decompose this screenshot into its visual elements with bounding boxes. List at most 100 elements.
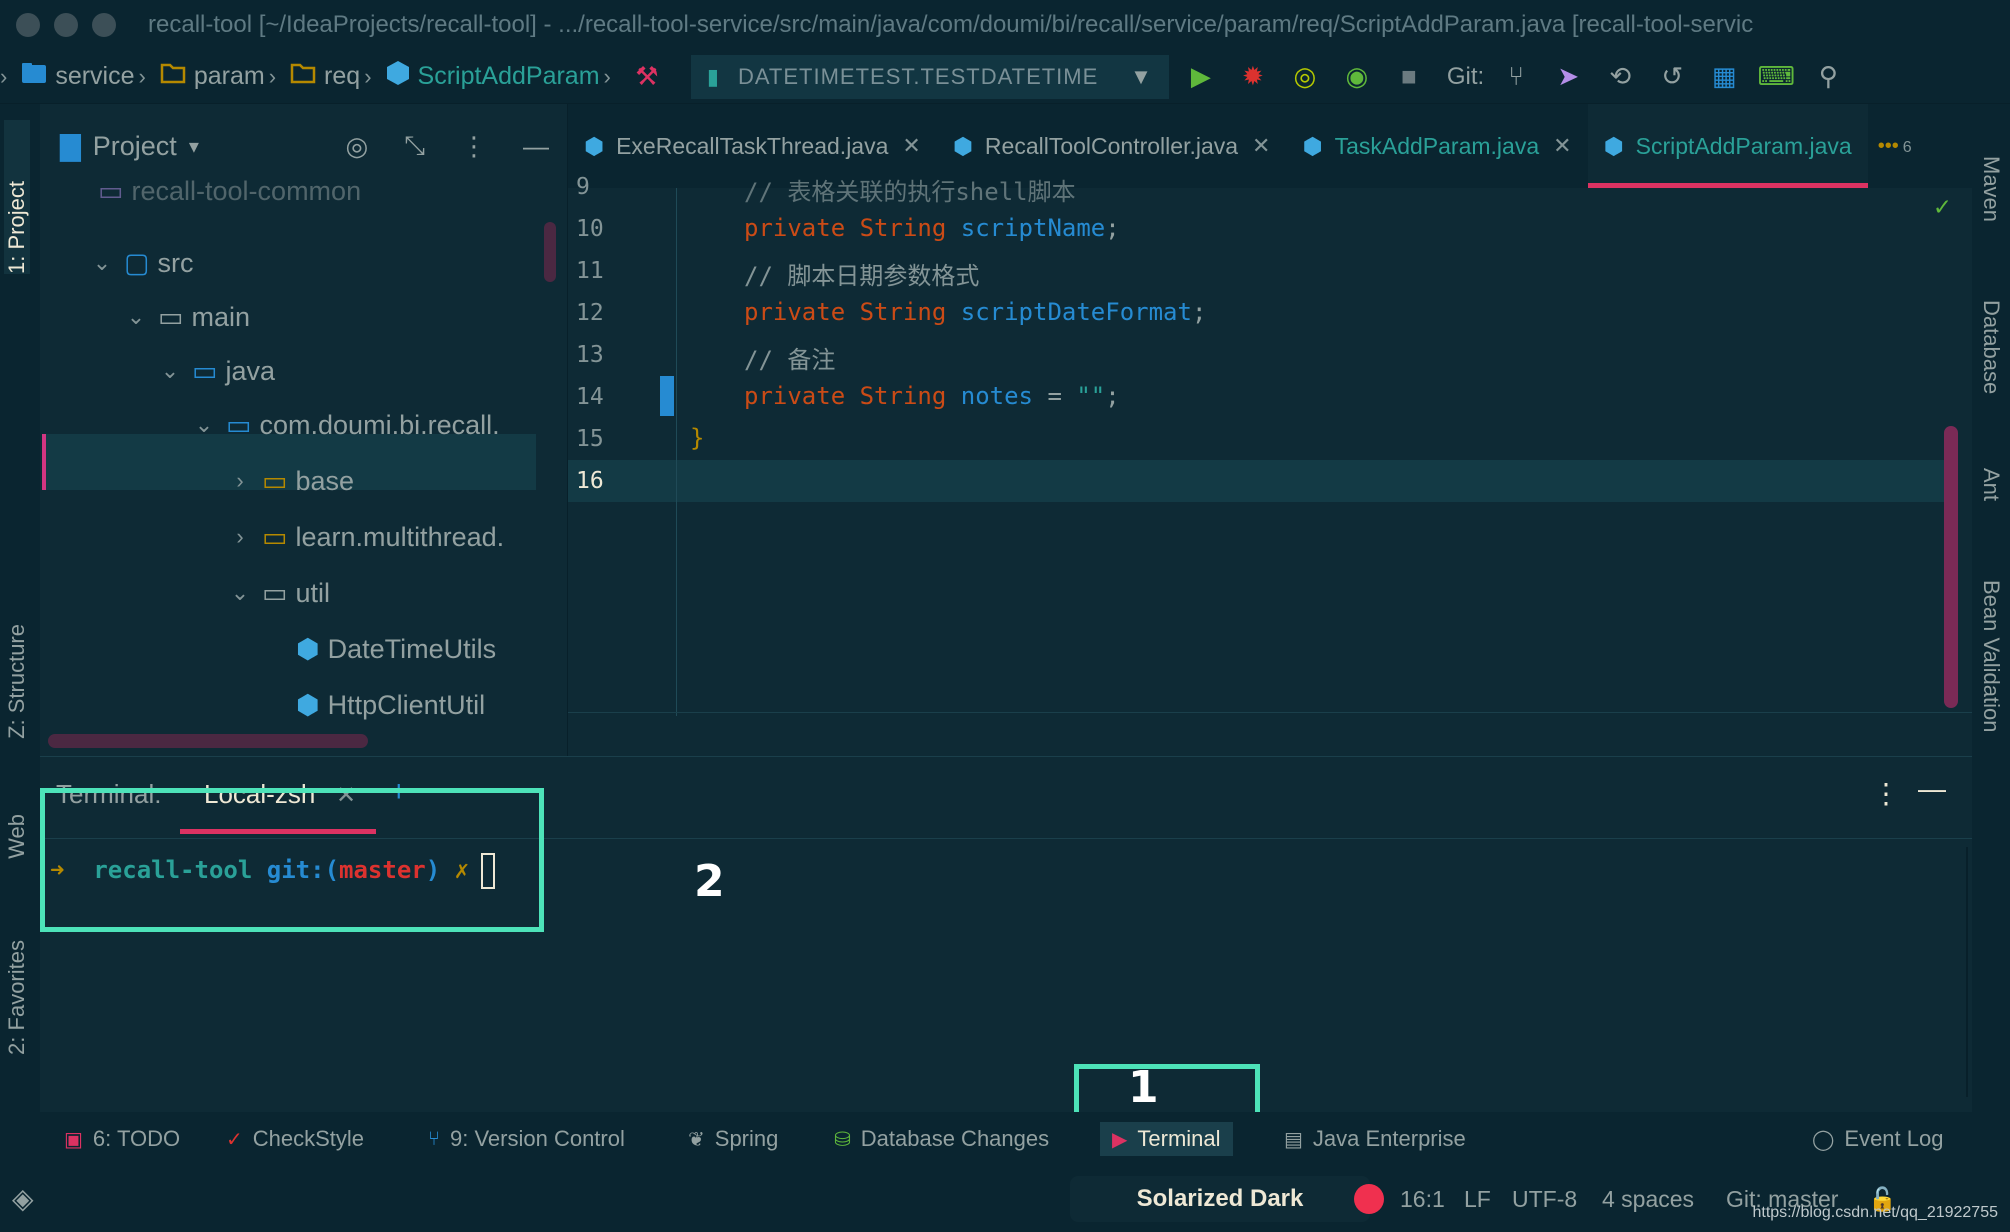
profile-icon[interactable]: ◉	[1337, 57, 1377, 97]
tool-tab-event-log[interactable]: ◯ Event Log	[1812, 1126, 1943, 1152]
tab-structure[interactable]: Z: Structure	[4, 624, 30, 739]
editor-bottom-divider	[568, 712, 1972, 713]
project-view-select[interactable]: Project	[93, 131, 177, 162]
class-icon: ⬢	[296, 689, 320, 720]
git-branch-icon[interactable]: ⑂	[1496, 57, 1536, 97]
watermark: https://blog.csdn.net/qq_21922755	[1752, 1204, 1998, 1221]
rollback-icon[interactable]: ↺	[1652, 57, 1692, 97]
terminal-icon[interactable]: ⌨	[1756, 57, 1796, 97]
history-icon[interactable]: ⟲	[1600, 57, 1640, 97]
minimize-window-button[interactable]	[54, 13, 78, 37]
folder-icon: ▭	[158, 301, 184, 332]
zoom-window-button[interactable]	[92, 13, 116, 37]
chevron-right-icon: ›	[603, 63, 611, 89]
hide-panel-icon[interactable]: —	[1918, 773, 1946, 805]
code-line-14: private String notes = "";	[744, 382, 1120, 410]
terminal-scrollbar[interactable]	[1966, 847, 1968, 1097]
tool-tab-java-enterprise[interactable]: ▤ Java Enterprise	[1284, 1126, 1466, 1152]
tree-item-java[interactable]: ⌄ ▭ java	[156, 344, 275, 398]
tree-item-main[interactable]: ⌄ ▭ main	[122, 290, 250, 344]
tab-database[interactable]: Database	[1978, 300, 2004, 394]
locate-icon[interactable]: ◎	[346, 131, 369, 162]
chevron-down-icon[interactable]: ▾	[189, 134, 199, 159]
theme-indicator[interactable]: Solarized Dark	[1070, 1176, 1370, 1222]
close-window-button[interactable]	[16, 13, 40, 37]
breadcrumb-req[interactable]: req	[280, 62, 360, 91]
tool-tab-version-control[interactable]: ⑂ 9: Version Control	[428, 1126, 625, 1152]
debug-icon[interactable]: ✹	[1233, 57, 1273, 97]
code-line-12: private String scriptDateFormat;	[744, 298, 1207, 326]
gutter-divider	[676, 188, 677, 716]
window-title: recall-tool [~/IdeaProjects/recall-tool]…	[148, 11, 1754, 38]
tab-maven[interactable]: Maven	[1978, 156, 2004, 222]
tab-scriptaddparam[interactable]: ⬢ ScriptAddParam.java	[1587, 104, 1868, 188]
code-line-13: // 备注	[744, 346, 836, 374]
tool-tab-database-changes[interactable]: ⛁ Database Changes	[834, 1126, 1049, 1152]
chevron-down-icon: ▼	[1130, 63, 1153, 89]
chevron-down-icon: ⌄	[92, 250, 112, 275]
layers-icon[interactable]: ◈	[12, 1182, 34, 1215]
tool-tab-terminal[interactable]: ▶ Terminal	[1100, 1122, 1233, 1156]
folder-icon	[160, 62, 186, 91]
title-bar: recall-tool [~/IdeaProjects/recall-tool]…	[0, 0, 2010, 50]
tree-item-src[interactable]: ⌄ ▢ src	[88, 236, 194, 290]
folder-icon	[290, 62, 316, 91]
close-icon[interactable]: ✕	[1252, 133, 1270, 159]
collapse-all-icon[interactable]: ⤡	[404, 130, 425, 162]
tree-item-module[interactable]: ▭ recall-tool-common	[90, 164, 361, 218]
run-configuration-select[interactable]: ▮ DATETIMETEST.TESTDATETIME ▼	[690, 54, 1169, 99]
breadcrumb-param[interactable]: param	[150, 62, 265, 91]
tab-bean-validation[interactable]: Bean Validation	[1978, 580, 2004, 733]
project-structure-icon[interactable]: ▦	[1704, 57, 1744, 97]
git-push-icon[interactable]: ➤	[1548, 57, 1588, 97]
test-icon: ▮	[706, 63, 720, 89]
chevron-right-icon: ›	[0, 63, 8, 89]
tree-item-datetimeutils[interactable]: ⬢ DateTimeUtils	[288, 622, 496, 676]
class-icon: ⬢	[952, 132, 973, 159]
run-icon[interactable]: ▶	[1181, 57, 1221, 97]
java-enterprise-icon: ▤	[1284, 1128, 1303, 1151]
more-options-icon[interactable]: ⋮	[1872, 777, 1900, 810]
close-icon[interactable]: ✕	[1553, 133, 1571, 159]
tool-tab-todo[interactable]: ▣ 6: TODO	[64, 1126, 180, 1152]
project-vertical-scrollbar[interactable]	[544, 222, 556, 282]
tool-tab-checkstyle[interactable]: ✓ CheckStyle	[226, 1126, 364, 1152]
tree-item-httpclientutil[interactable]: ⬢ HttpClientUtil	[288, 678, 485, 732]
project-folder-icon: ▇	[60, 130, 81, 161]
line-separator[interactable]: LF	[1464, 1186, 1491, 1213]
chevron-down-icon: ⌄	[230, 580, 250, 605]
error-indicator[interactable]	[1354, 1184, 1384, 1214]
tool-tab-spring[interactable]: ❦ Spring	[688, 1126, 778, 1152]
build-hammer-icon[interactable]: ⚒	[627, 57, 667, 97]
tab-web[interactable]: Web	[4, 814, 30, 859]
tab-ant[interactable]: Ant	[1978, 468, 2004, 501]
code-editor[interactable]: 9 10 11 12 13 14 15 16 // 表格关联的执行shell脚本…	[568, 174, 1972, 756]
stop-icon[interactable]: ■	[1389, 57, 1429, 97]
editor-vertical-scrollbar[interactable]	[1944, 426, 1958, 708]
folder-icon: ▭	[262, 465, 288, 496]
hide-panel-icon[interactable]: —	[523, 131, 549, 162]
tree-item-learn-multithread[interactable]: › ▭ learn.multithread.	[226, 510, 504, 564]
chevron-right-icon: ›	[138, 63, 146, 89]
todo-icon: ▣	[64, 1128, 83, 1151]
breadcrumb-scriptaddparam[interactable]: ScriptAddParam	[376, 60, 600, 93]
tree-item-util[interactable]: ⌄ ▭ util	[226, 566, 330, 620]
window-controls[interactable]	[16, 13, 116, 37]
tab-project[interactable]: 1: Project	[4, 120, 30, 274]
run-with-coverage-icon[interactable]: ◎	[1285, 57, 1325, 97]
breadcrumb-service[interactable]: service	[11, 61, 135, 92]
project-horizontal-scrollbar[interactable]	[48, 734, 368, 748]
tree-item-package[interactable]: ⌄ ▭ com.doumi.bi.recall.	[190, 398, 500, 452]
indent-setting[interactable]: 4 spaces	[1602, 1186, 1694, 1213]
tab-favorites[interactable]: 2: Favorites	[4, 940, 30, 1055]
close-icon[interactable]: ✕	[902, 133, 920, 159]
caret-position[interactable]: 16:1	[1400, 1186, 1445, 1213]
class-icon	[386, 60, 410, 93]
more-tabs-button[interactable]: ••• 6	[1878, 135, 1912, 158]
file-encoding[interactable]: UTF-8	[1512, 1186, 1577, 1213]
search-icon[interactable]: ⚲	[1808, 57, 1848, 97]
tree-item-base[interactable]: › ▭ base	[226, 454, 354, 508]
tab-taskaddparam[interactable]: ⬢ TaskAddParam.java ✕	[1286, 104, 1587, 188]
database-icon: ⛁	[834, 1128, 851, 1151]
more-options-icon[interactable]: ⋮	[461, 131, 487, 162]
